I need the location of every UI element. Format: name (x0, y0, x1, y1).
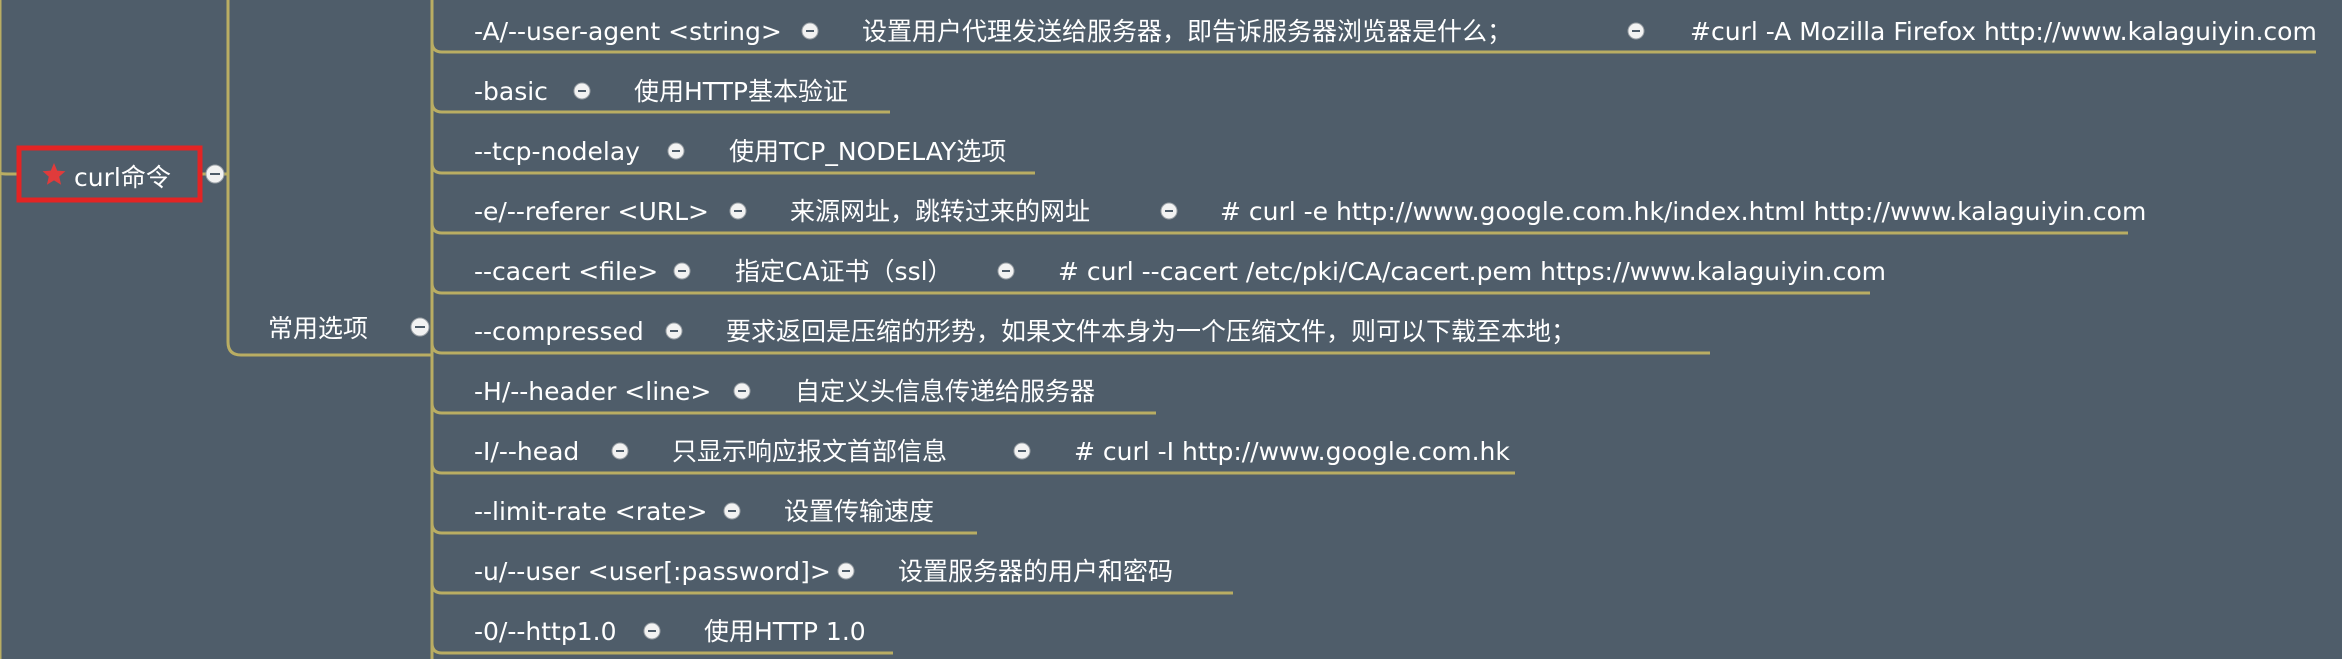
collapse-toggle-icon[interactable] (723, 502, 741, 520)
option-description: 自定义头信息传递给服务器 (795, 377, 1095, 406)
root-stub-line (0, 171, 19, 176)
option-example: # curl --cacert /etc/pki/CA/cacert.pem h… (1058, 257, 1886, 286)
branch-collapse-button[interactable] (410, 317, 430, 337)
mindmap-canvas: curl命令 常用选项 -A/--user-agent <string> 设置用户… (0, 0, 2317, 659)
option-description: 来源网址，跳转过来的网址 (790, 197, 1090, 226)
collapse-toggle-icon[interactable] (801, 22, 819, 40)
collapse-toggle-icon[interactable] (573, 82, 591, 100)
option-row[interactable]: -A/--user-agent <string> 设置用户代理发送给服务器，即告诉… (474, 17, 2317, 46)
collapse-toggle-icon[interactable] (729, 202, 747, 220)
option-description: 使用HTTP 1.0 (704, 617, 866, 646)
star-icon (42, 163, 66, 185)
branch-label: 常用选项 (268, 314, 368, 343)
option-label: -0/--http1.0 (474, 617, 616, 646)
option-label: -u/--user <user[:password]> (474, 557, 831, 586)
option-row[interactable]: --tcp-nodelay 使用TCP_NODELAY选项 (474, 137, 1006, 166)
option-description: 使用HTTP基本验证 (634, 77, 848, 106)
option-label: -basic (474, 77, 548, 106)
option-row[interactable]: -0/--http1.0 使用HTTP 1.0 (474, 617, 866, 646)
collapse-toggle-icon[interactable] (611, 442, 629, 460)
branch-node[interactable]: 常用选项 (268, 314, 368, 343)
option-description: 指定CA证书（ssl） (735, 257, 953, 286)
collapse-toggle-icon[interactable] (1013, 442, 1031, 460)
option-example: #curl -A Mozilla Firefox http://www.kala… (1690, 17, 2317, 46)
option-row[interactable]: --cacert <file> 指定CA证书（ssl） # curl --cacer… (474, 257, 1886, 286)
option-example: # curl -e http://www.google.com.hk/index… (1220, 197, 2146, 226)
collapse-toggle-icon[interactable] (837, 562, 855, 580)
option-description: 使用TCP_NODELAY选项 (729, 137, 1006, 166)
collapse-toggle-icon[interactable] (667, 142, 685, 160)
option-label: -A/--user-agent <string> (474, 17, 782, 46)
option-row[interactable]: --limit-rate <rate> 设置传输速度 (474, 497, 934, 526)
collapse-toggle-icon[interactable] (1627, 22, 1645, 40)
option-row[interactable]: --compressed 要求返回是压缩的形势，如果文件本身为一个压缩文件，则可以… (474, 317, 1576, 346)
option-label: --cacert <file> (474, 257, 658, 286)
option-description: 设置服务器的用户和密码 (898, 557, 1173, 586)
root-to-branch-line (226, 0, 432, 357)
option-row[interactable]: -u/--user <user[:password]> 设置服务器的用户和密码 (474, 557, 1173, 586)
collapse-toggle-icon[interactable] (733, 382, 751, 400)
option-description: 要求返回是压缩的形势，如果文件本身为一个压缩文件，则可以下载至本地； (726, 317, 1576, 346)
option-row[interactable]: -I/--head 只显示响应报文首部信息 # curl -I http://www… (474, 437, 1510, 466)
collapse-toggle-icon[interactable] (1160, 202, 1178, 220)
root-node[interactable]: curl命令 (16, 145, 203, 203)
option-label: -e/--referer <URL> (474, 197, 709, 226)
collapse-toggle-icon[interactable] (643, 622, 661, 640)
option-row[interactable]: -basic 使用HTTP基本验证 (474, 77, 848, 106)
option-label: --tcp-nodelay (474, 137, 640, 166)
option-label: --compressed (474, 317, 644, 346)
option-row[interactable]: -e/--referer <URL> 来源网址，跳转过来的网址 # curl -e … (474, 197, 2146, 226)
option-example: # curl -I http://www.google.com.hk (1074, 437, 1510, 466)
collapse-toggle-icon[interactable] (673, 262, 691, 280)
root-collapse-button[interactable] (205, 164, 225, 184)
option-label: --limit-rate <rate> (474, 497, 707, 526)
option-description: 只显示响应报文首部信息 (672, 437, 947, 466)
option-description: 设置用户代理发送给服务器，即告诉服务器浏览器是什么； (862, 17, 1512, 46)
option-description: 设置传输速度 (784, 497, 934, 526)
option-label: -I/--head (474, 437, 579, 466)
option-row[interactable]: -H/--header <line> 自定义头信息传递给服务器 (474, 377, 1095, 406)
root-label: curl命令 (74, 163, 171, 192)
collapse-toggle-icon[interactable] (665, 322, 683, 340)
collapse-toggle-icon[interactable] (997, 262, 1015, 280)
option-label: -H/--header <line> (474, 377, 711, 406)
